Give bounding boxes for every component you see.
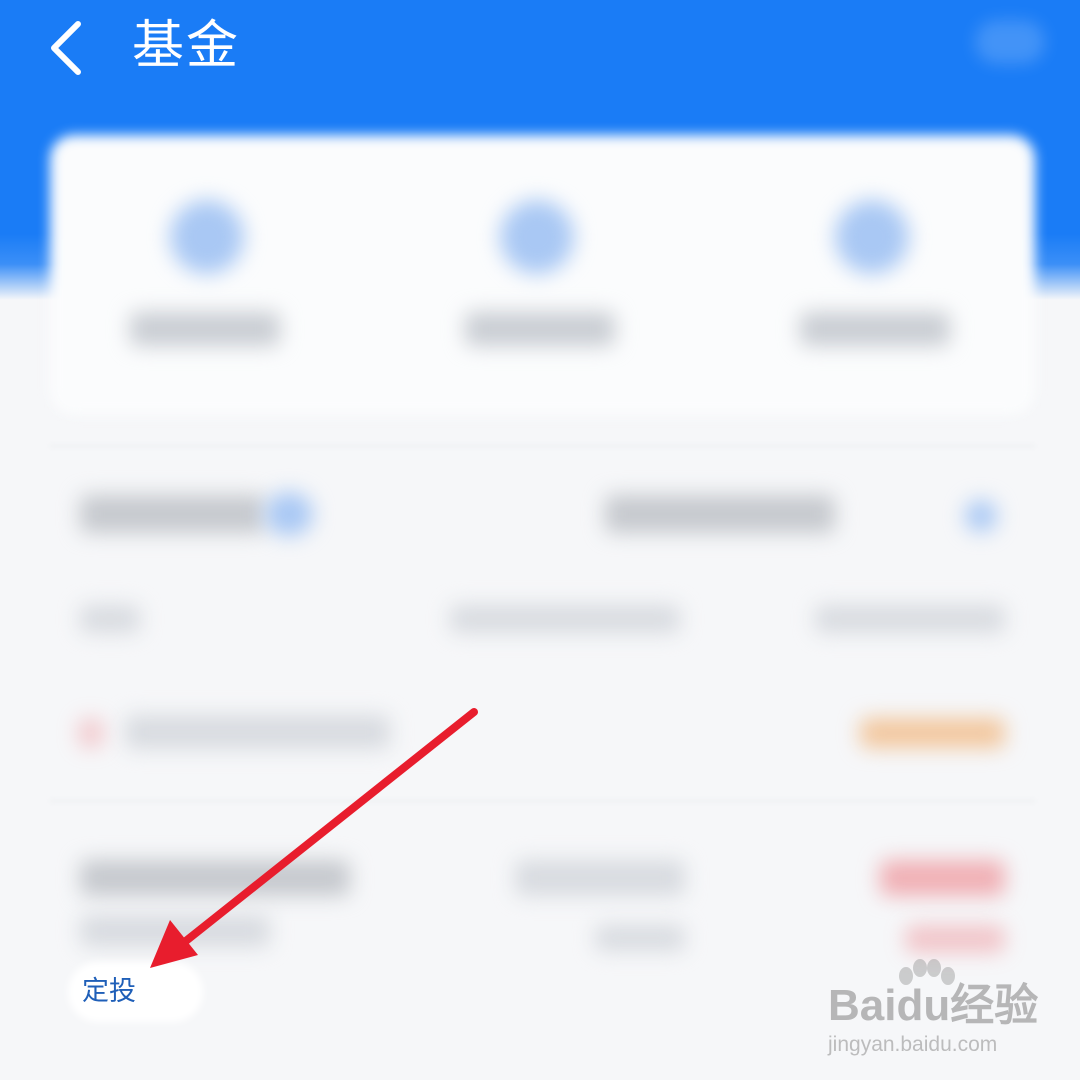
watermark-url: jingyan.baidu.com — [828, 1033, 998, 1056]
annotation-arrow-icon — [150, 708, 478, 968]
watermark-brand: Baidu经验 — [828, 981, 1039, 1030]
